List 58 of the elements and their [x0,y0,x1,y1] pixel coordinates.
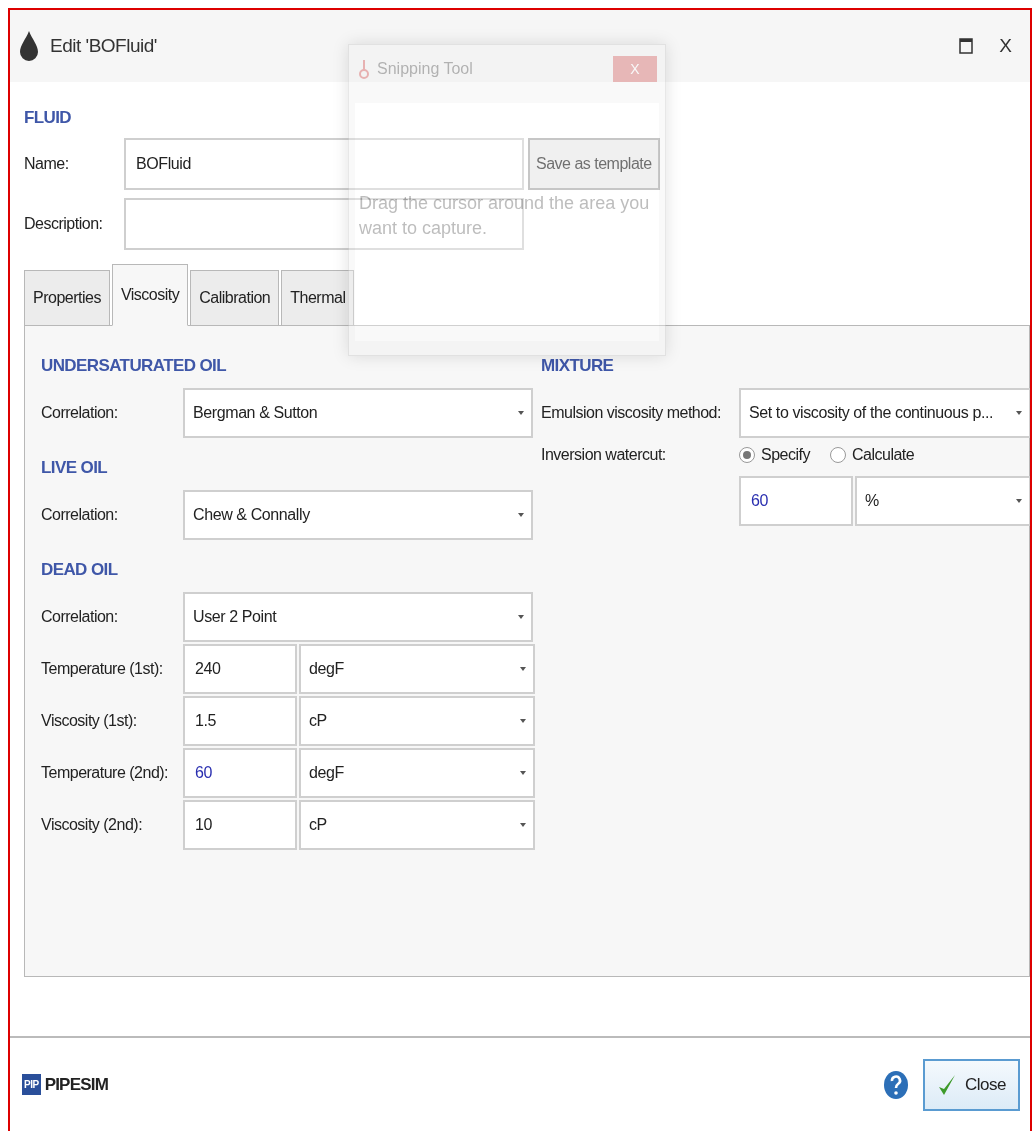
brand-name: PIPESIM [44,1074,108,1095]
caret-icon [519,770,527,776]
value-field[interactable]: 1.5 [183,696,297,746]
field-label: Correlation: [41,404,119,422]
value-field[interactable]: 60 [739,476,853,526]
method-dropdown[interactable]: Set to viscosity of the continuous p... [739,388,1030,438]
caret-icon [519,666,527,672]
section-heading: FLUID [24,108,73,128]
caret-icon [517,410,525,416]
section-heading: MIXTURE [541,356,615,376]
close-button[interactable]: Close [923,1058,1020,1111]
field-label: Emulsion viscosity method: [541,404,722,422]
tab[interactable]: Properties [24,270,110,326]
logo-badge: PIP [22,1074,41,1095]
unit-dropdown[interactable]: % [855,476,1030,526]
name-field[interactable]: BOFluid [124,138,524,190]
caret-icon [1015,498,1023,504]
tab[interactable]: Viscosity [111,264,189,326]
radio-option[interactable]: Calculate [829,446,915,464]
tab[interactable]: Calibration [190,270,280,326]
field-label: Viscosity (2nd): [41,816,144,834]
value-field[interactable]: 240 [183,644,297,694]
drop-icon [18,30,40,62]
value-field[interactable]: 60 [183,748,297,798]
caret-icon [517,512,525,518]
section-heading: UNDERSATURATED OIL [41,356,227,376]
radio-option[interactable]: Specify [739,446,810,464]
unit-dropdown[interactable]: degF [299,748,535,798]
value-field[interactable]: 10 [183,800,297,850]
unit-dropdown[interactable]: degF [299,644,535,694]
maximize-icon [959,38,974,54]
field-label: Viscosity (1st): [41,712,138,730]
field-label: Temperature (1st): [41,660,164,678]
field-label: Description: [24,215,104,233]
field-label: Name: [24,155,70,173]
scissors-icon [357,59,371,79]
correlation-dropdown[interactable]: Bergman & Sutton [183,388,533,438]
window-title: Snipping Tool [377,60,474,78]
section-heading: LIVE OIL [41,458,109,478]
caret-icon [1015,410,1023,416]
window-title: Edit 'BOFluid' [50,35,158,57]
field-label: Temperature (2nd): [41,764,170,782]
field-label: Inversion watercut: [541,446,667,464]
help-icon[interactable] [883,1069,910,1100]
save-template-button[interactable]: Save as template [528,138,660,190]
field-label: Correlation: [41,506,119,524]
close-button[interactable]: X [991,31,1020,61]
field-label: Correlation: [41,608,119,626]
correlation-dropdown[interactable]: Chew & Connally [183,490,533,540]
correlation-dropdown[interactable]: User 2 Point [183,592,533,642]
caret-icon [519,718,527,724]
unit-dropdown[interactable]: cP [299,800,535,850]
caret-icon [517,614,525,620]
tab[interactable]: Thermal [281,270,355,326]
section-heading: DEAD OIL [41,560,119,580]
caret-icon [519,822,527,828]
unit-dropdown[interactable]: cP [299,696,535,746]
instruction-text: Drag the cursor around the area you want to capture. [359,192,651,241]
